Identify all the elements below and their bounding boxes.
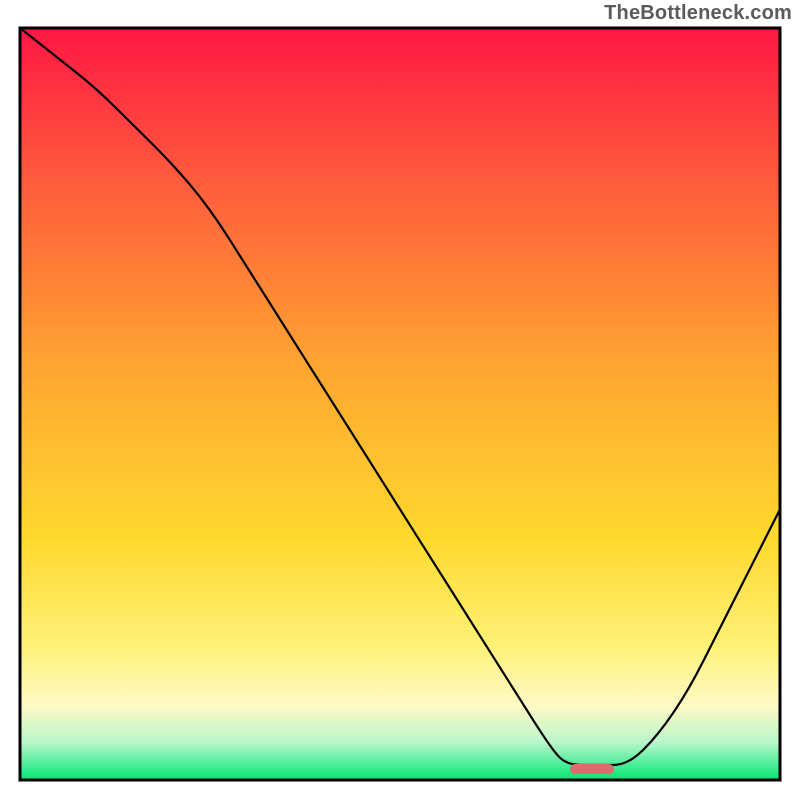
optimal-marker bbox=[570, 764, 614, 774]
plot-background bbox=[20, 28, 780, 780]
chart-container: TheBottleneck.com bbox=[0, 0, 800, 800]
bottleneck-chart bbox=[0, 0, 800, 800]
watermark-text: TheBottleneck.com bbox=[604, 2, 792, 25]
